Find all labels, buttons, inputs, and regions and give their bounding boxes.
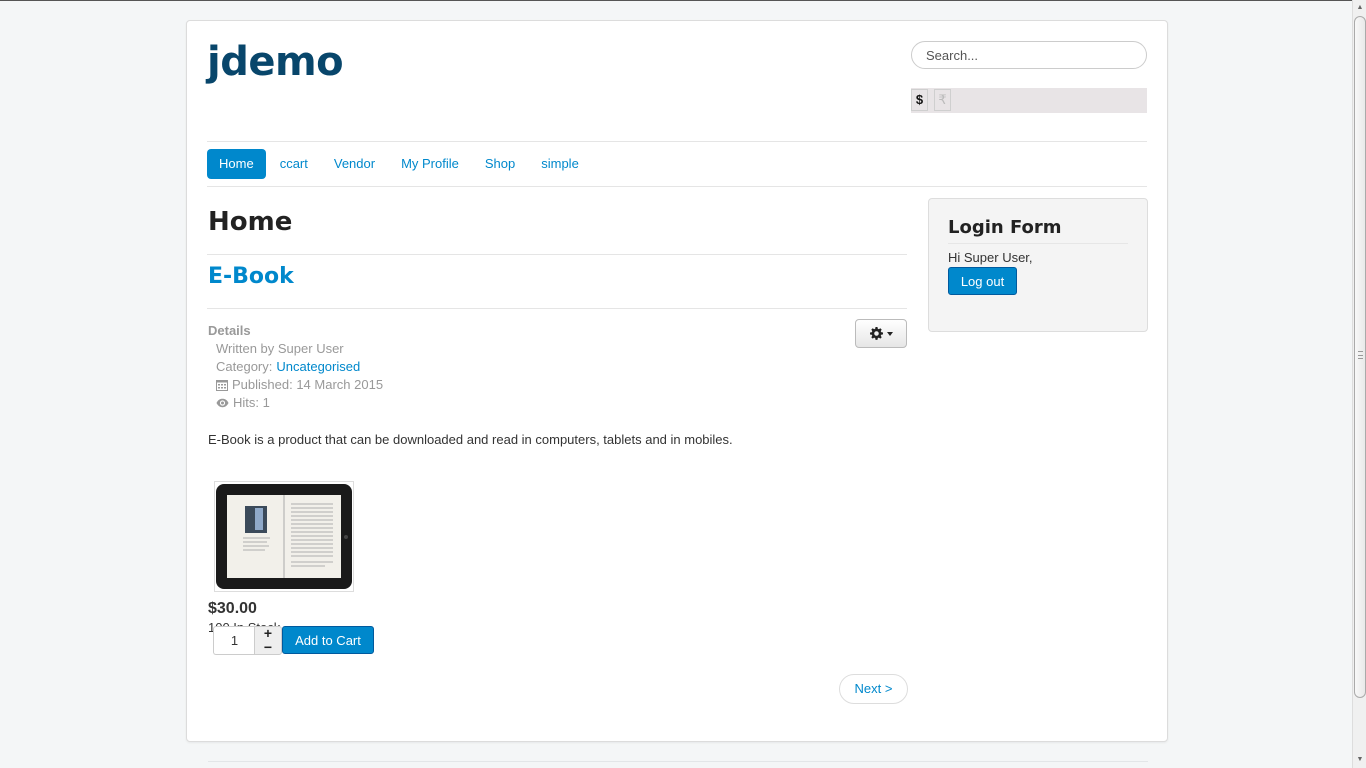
divider	[948, 243, 1128, 244]
vertical-scrollbar[interactable]: ▲ ▼	[1352, 0, 1366, 768]
category-label: Category:	[216, 359, 273, 374]
published-text: Published: 14 March 2015	[232, 377, 384, 392]
divider	[207, 141, 1147, 142]
category-link[interactable]: Uncategorised	[276, 358, 360, 376]
nav-item-shop[interactable]: Shop	[473, 149, 527, 179]
calendar-icon	[216, 380, 228, 391]
hits-text: Hits: 1	[233, 395, 270, 410]
details-published: Published: 14 March 2015	[208, 376, 383, 394]
quantity-stepper: + −	[254, 626, 282, 655]
article-description: E-Book is a product that can be download…	[208, 432, 733, 447]
footer-divider	[208, 761, 1148, 762]
window-top-border	[0, 0, 1366, 1]
login-form-title: Login Form	[948, 217, 1062, 238]
article-title-link[interactable]: E-Book	[208, 264, 294, 289]
article-details: Details Written by Super User Category: …	[208, 323, 383, 412]
nav-item-my-profile[interactable]: My Profile	[389, 149, 471, 179]
logout-button[interactable]: Log out	[948, 267, 1017, 295]
site-brand-logo[interactable]: jdemo	[207, 39, 344, 85]
details-heading: Details	[208, 323, 251, 338]
login-greeting: Hi Super User,	[948, 250, 1033, 265]
divider	[207, 308, 907, 309]
details-category: Category: Uncategorised	[208, 358, 383, 376]
main-nav: Home ccart Vendor My Profile Shop simple	[207, 149, 593, 179]
nav-item-ccart[interactable]: ccart	[268, 149, 320, 179]
product-image[interactable]	[214, 481, 354, 592]
page-title: Home	[208, 207, 293, 237]
tablet-ebook-illustration	[216, 484, 352, 589]
quantity-input[interactable]	[213, 626, 255, 655]
currency-inr-button[interactable]: ₹	[934, 89, 951, 111]
gear-icon	[869, 327, 883, 340]
details-author: Written by Super User	[208, 340, 383, 358]
chevron-down-icon	[886, 331, 893, 336]
author-text: Written by Super User	[216, 341, 344, 356]
pagination-next-button[interactable]: Next >	[839, 674, 908, 704]
eye-icon	[216, 398, 229, 408]
currency-switcher: $ ₹	[911, 88, 1147, 113]
quantity-decrease-button[interactable]: −	[255, 640, 281, 655]
details-hits: Hits: 1	[208, 394, 383, 412]
login-form-module: Login Form Hi Super User, Log out	[928, 198, 1148, 332]
scroll-down-arrow-icon[interactable]: ▼	[1354, 754, 1366, 766]
grip-icon	[1358, 351, 1363, 359]
divider	[207, 186, 1147, 187]
nav-item-vendor[interactable]: Vendor	[322, 149, 387, 179]
search-input[interactable]	[911, 41, 1147, 69]
add-to-cart-button[interactable]: Add to Cart	[282, 626, 374, 654]
article-tools-button[interactable]	[855, 319, 907, 348]
scroll-up-arrow-icon[interactable]: ▲	[1354, 2, 1366, 14]
nav-item-home[interactable]: Home	[207, 149, 266, 179]
currency-usd-button[interactable]: $	[911, 89, 928, 111]
divider	[207, 254, 907, 255]
nav-item-simple[interactable]: simple	[529, 149, 591, 179]
scrollbar-thumb[interactable]	[1354, 16, 1366, 698]
page-container: jdemo $ ₹ Home ccart Vendor My Profile S…	[186, 20, 1168, 742]
product-price: $30.00	[208, 600, 257, 617]
